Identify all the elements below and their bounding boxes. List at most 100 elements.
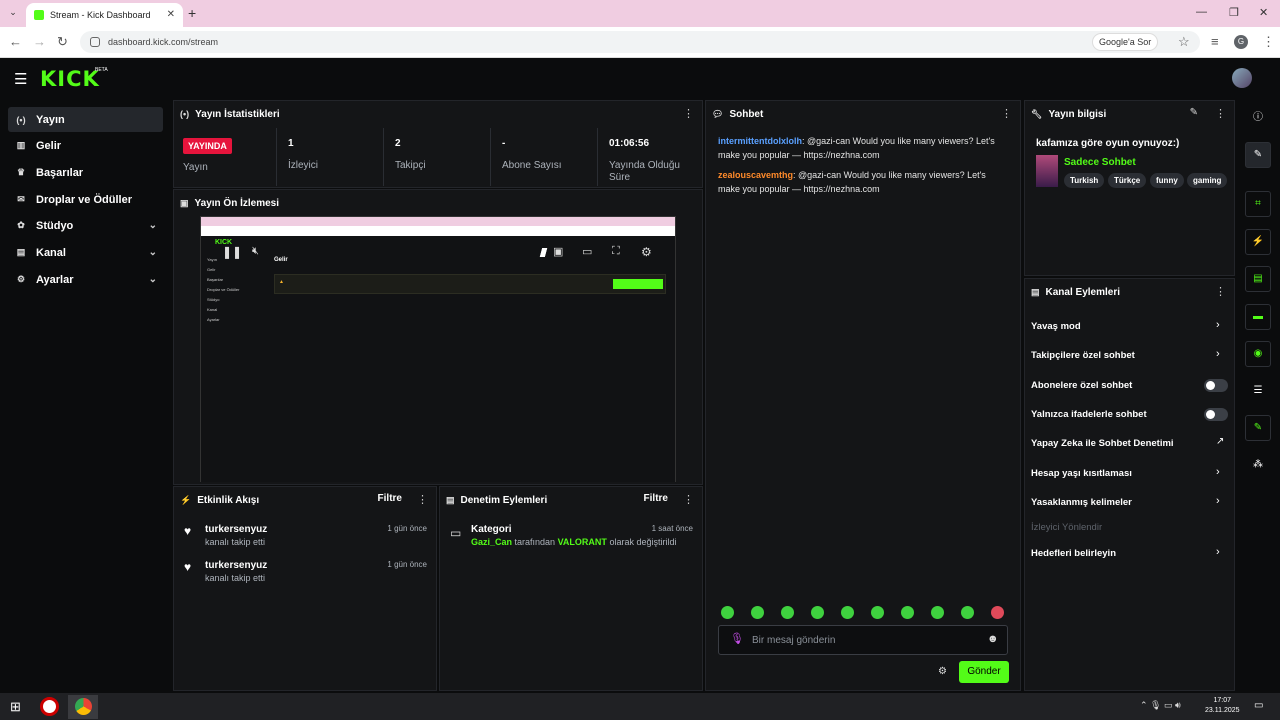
chevron-right-icon[interactable]: › <box>1216 466 1220 478</box>
broadcast-icon[interactable]: ◉ <box>1245 341 1271 367</box>
tag-chip[interactable]: funny <box>1150 173 1184 188</box>
emote-10-icon[interactable] <box>991 606 1004 619</box>
channel-icon: ▤ <box>16 247 26 257</box>
emote-4-icon[interactable] <box>811 606 824 619</box>
slow-mode-action[interactable]: Yavaş mod <box>1031 321 1081 332</box>
document-icon[interactable]: ▤ <box>1245 266 1271 292</box>
chevron-right-icon[interactable]: › <box>1216 319 1220 331</box>
url-field[interactable]: dashboard.kick.com/stream <box>80 31 1200 53</box>
chrome-icon[interactable] <box>75 698 92 715</box>
followers-only-action[interactable]: Takipçilere özel sohbet <box>1031 350 1135 361</box>
emote-only-toggle[interactable] <box>1204 408 1228 421</box>
sidebar-item-yayin[interactable]: (•) Yayın <box>8 107 163 132</box>
more-options-icon[interactable]: ⋮ <box>1001 107 1012 120</box>
sidebar-item-label: Başarılar <box>36 166 84 179</box>
more-options-icon[interactable]: ⋮ <box>683 493 694 506</box>
stream-category[interactable]: Sadece Sohbet <box>1064 157 1136 168</box>
sidebar-item-ayarlar[interactable]: ⚙ Ayarlar ⌄ <box>8 267 163 292</box>
browser-menu-icon[interactable]: ⋮ <box>1262 34 1275 50</box>
clock-time: 17:07 <box>1213 697 1232 704</box>
browser-tab[interactable]: Stream - Kick Dashboard ✕ <box>26 3 183 27</box>
filter-button[interactable]: Filtre <box>378 493 402 504</box>
restore-button[interactable]: ❐ <box>1229 6 1239 19</box>
sidebar-item-kanal[interactable]: ▤ Kanal ⌄ <box>8 240 163 265</box>
emote-1-icon[interactable] <box>721 606 734 619</box>
set-goals-action[interactable]: Hedefleri belirleyin <box>1031 548 1116 559</box>
live-badge: YAYINDA <box>183 138 232 154</box>
video-player[interactable]: KICK Yayın Gelir Başarılar Droplar ve Öd… <box>200 216 676 482</box>
notification-icon[interactable]: ▭ <box>1254 700 1263 711</box>
pause-icon[interactable]: ❚❚ <box>222 245 242 259</box>
google-ask-button[interactable]: Google'a Sor <box>1092 33 1159 51</box>
widgets-icon[interactable]: ⁂ <box>1245 452 1271 478</box>
site-info-icon[interactable] <box>90 37 100 47</box>
new-tab-button[interactable]: + <box>188 5 196 21</box>
emote-5-icon[interactable] <box>841 606 854 619</box>
lightning-icon[interactable]: ⚡ <box>1245 229 1271 255</box>
chat-settings-gear-icon[interactable]: ⚙ <box>938 666 947 677</box>
hamburger-menu-icon[interactable]: ☰ <box>14 70 27 88</box>
emote-6-icon[interactable] <box>871 606 884 619</box>
reading-list-icon[interactable]: ≡ <box>1211 34 1219 49</box>
browser-profile-avatar[interactable]: G <box>1234 35 1248 49</box>
emoji-picker-icon[interactable]: ☻ <box>987 633 999 645</box>
tab-search-button[interactable]: ⌄ <box>6 7 20 21</box>
chevron-right-icon[interactable]: › <box>1216 546 1220 558</box>
forward-button[interactable]: → <box>33 34 46 49</box>
user-avatar[interactable] <box>1232 68 1252 88</box>
chat-username[interactable]: zealouscavemthg <box>718 170 793 180</box>
banned-words-action[interactable]: Yasaklanmış kelimeler <box>1031 497 1132 508</box>
tag-chip[interactable]: Turkish <box>1064 173 1105 188</box>
more-options-icon[interactable]: ⋮ <box>1215 107 1226 120</box>
emote-2-icon[interactable] <box>751 606 764 619</box>
more-options-icon[interactable]: ⋮ <box>1215 285 1226 298</box>
sidebar-item-studyo[interactable]: ✿ Stüdyo ⌄ <box>8 213 163 238</box>
theater-mode-icon[interactable]: ▭ <box>582 245 592 258</box>
subscribers-only-toggle[interactable] <box>1204 379 1228 392</box>
capture-icon[interactable]: ⌗ <box>1245 191 1271 217</box>
picture-in-picture-icon[interactable]: ▣ <box>553 245 563 258</box>
send-button[interactable]: Gönder <box>959 661 1009 683</box>
chat-bubble-icon[interactable]: ▬ <box>1245 304 1271 330</box>
sidebar-item-gelir[interactable]: ▥ Gelir <box>8 133 163 158</box>
ai-moderation-action[interactable]: Yapay Zeka ile Sohbet Denetimi <box>1031 438 1174 449</box>
tag-chip[interactable]: gaming <box>1187 173 1228 188</box>
emote-7-icon[interactable] <box>901 606 914 619</box>
mute-icon[interactable]: 🔇︎ <box>252 245 259 258</box>
account-age-action[interactable]: Hesap yaşı kısıtlaması <box>1031 468 1132 479</box>
taskbar-app-icon[interactable] <box>40 697 59 716</box>
tag-chip[interactable]: Türkçe <box>1108 173 1147 188</box>
layout-icon[interactable]: ☰ <box>1245 378 1271 404</box>
back-button[interactable]: ← <box>9 34 22 49</box>
chevron-right-icon[interactable]: › <box>1216 348 1220 360</box>
bookmark-star-icon[interactable]: ☆ <box>1178 34 1190 50</box>
settings-gear-icon[interactable]: ⚙ <box>641 245 652 259</box>
moderation-user[interactable]: Gazi_Can <box>471 537 512 547</box>
sidebar-item-basarilar[interactable]: ♛ Başarılar <box>8 160 163 185</box>
emote-8-icon[interactable] <box>931 606 944 619</box>
sidebar-item-droplar[interactable]: ✉ Droplar ve Ödüller <box>8 187 163 212</box>
edit-pencil-icon[interactable]: ✎ <box>1245 142 1271 168</box>
edit-pencil-icon[interactable]: ✎ <box>1190 107 1198 118</box>
info-icon[interactable]: ⓘ <box>1245 105 1271 131</box>
close-window-button[interactable]: ✕ <box>1259 6 1268 19</box>
kick-logo[interactable]: KICK <box>40 67 100 91</box>
emote-9-icon[interactable] <box>961 606 974 619</box>
chevron-right-icon[interactable]: › <box>1216 495 1220 507</box>
windows-start-icon[interactable]: ⊞ <box>10 699 21 715</box>
system-tray-icons[interactable]: ⌃ 🎙︎ ▭ 🔊︎ <box>1140 700 1181 711</box>
wrench-icon[interactable]: ✎ <box>1245 415 1271 441</box>
filter-button[interactable]: Filtre <box>644 493 668 504</box>
more-options-icon[interactable]: ⋮ <box>683 107 694 120</box>
more-options-icon[interactable]: ⋮ <box>417 493 428 506</box>
minimize-button[interactable]: — <box>1196 6 1207 18</box>
chat-username[interactable]: intermittentdolxlolh <box>718 136 802 146</box>
emote-3-icon[interactable] <box>781 606 794 619</box>
reload-button[interactable]: ↻ <box>57 34 68 50</box>
microphone-icon[interactable]: 🎙︎ <box>730 632 744 645</box>
log-icon: ▤ <box>446 494 455 505</box>
external-link-icon[interactable]: ↗ <box>1216 436 1224 447</box>
fullscreen-icon[interactable]: ⛶ <box>612 245 620 258</box>
taskbar-clock[interactable]: 17:07 23.11.2025 <box>1205 696 1240 716</box>
close-tab-icon[interactable]: ✕ <box>167 9 175 20</box>
